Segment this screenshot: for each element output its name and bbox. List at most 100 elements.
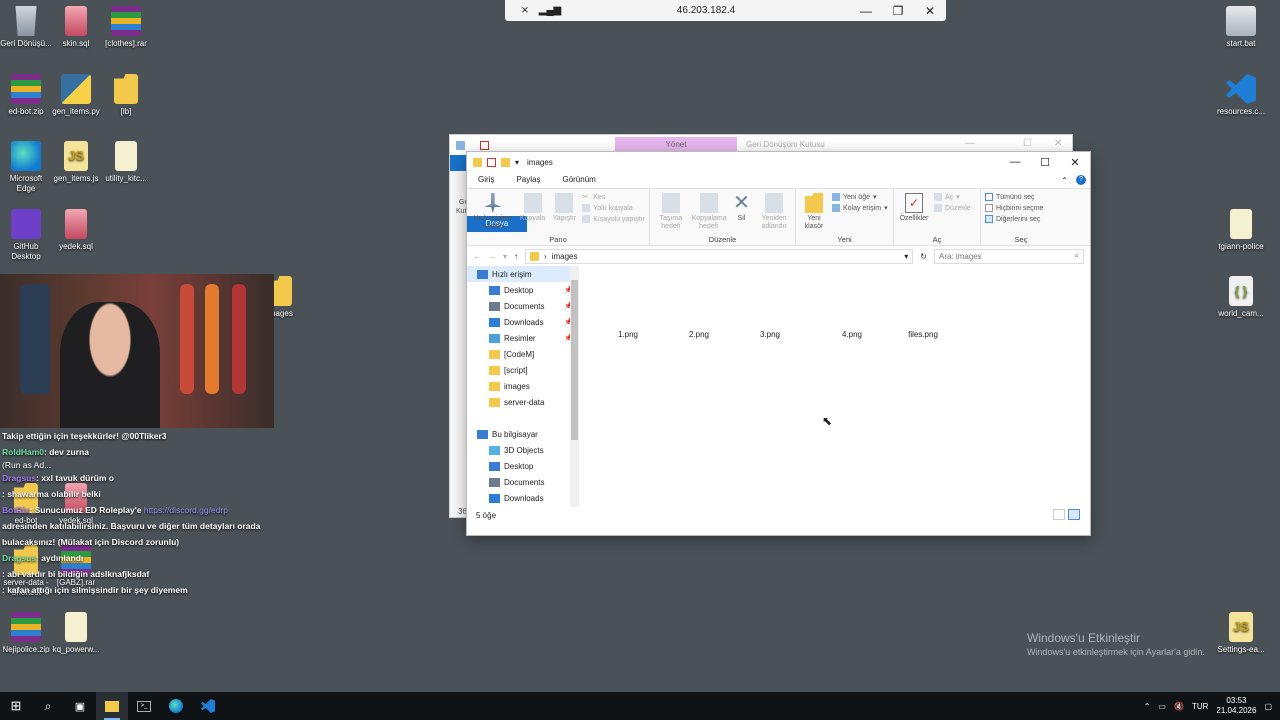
file-item[interactable]: 2.png bbox=[669, 330, 729, 339]
open-button[interactable]: Aç ▾ bbox=[934, 193, 971, 201]
details-view-icon[interactable] bbox=[1053, 509, 1065, 520]
nav-scrollbar[interactable] bbox=[570, 266, 579, 507]
tab-manage[interactable]: Yönet bbox=[615, 137, 737, 152]
desktop-icon[interactable]: skin.sql bbox=[50, 6, 102, 49]
nav-item[interactable]: [script] bbox=[467, 362, 579, 378]
close-icon[interactable]: ✕ bbox=[914, 4, 946, 18]
nav-item[interactable]: Resimler 📌 bbox=[467, 330, 579, 346]
invert-selection-button[interactable]: Diğerlerini seç bbox=[985, 215, 1043, 223]
maximize-icon[interactable]: ☐ bbox=[1023, 138, 1032, 149]
chevron-up-icon[interactable]: ⌃ bbox=[1144, 702, 1151, 711]
new-item-button[interactable]: Yeni öğe ▾ bbox=[832, 193, 888, 201]
chat-link[interactable]: https://discord.gg/edrp bbox=[144, 505, 228, 515]
forward-icon[interactable]: → bbox=[488, 252, 496, 261]
nav-item[interactable]: Downloads 📌 bbox=[467, 314, 579, 330]
minimize-icon[interactable]: — bbox=[850, 4, 882, 18]
select-all-button[interactable]: Tümünü seç bbox=[985, 193, 1043, 201]
volume-muted-icon[interactable]: 🔇 bbox=[1174, 702, 1184, 711]
minimize-icon[interactable]: — bbox=[965, 138, 975, 149]
file-item[interactable]: 4.png bbox=[822, 330, 882, 339]
help-icon[interactable]: ? bbox=[1076, 175, 1086, 185]
file-item[interactable]: 1.png bbox=[598, 330, 658, 339]
nav-item[interactable]: Downloads bbox=[467, 490, 579, 506]
large-icons-view-icon[interactable] bbox=[1068, 509, 1080, 520]
desktop-icon[interactable]: start.bat bbox=[1215, 6, 1267, 49]
nav-item[interactable]: server-data bbox=[467, 394, 579, 410]
desktop-icon[interactable]: tgiann-police bbox=[1215, 209, 1267, 252]
nav-item[interactable]: Documents bbox=[467, 474, 579, 490]
desktop-icon[interactable]: Microsoft Edge bbox=[0, 141, 52, 194]
start-button[interactable]: ⊞ bbox=[0, 692, 32, 720]
nav-item[interactable]: Hızlı erişim bbox=[467, 266, 579, 282]
desktop-icon[interactable]: resources.c... bbox=[1215, 74, 1267, 117]
language-indicator[interactable]: TUR bbox=[1192, 702, 1208, 711]
close-icon[interactable]: ✕ bbox=[1054, 138, 1062, 149]
title-bar[interactable]: ▾ images — ☐ ✕ bbox=[467, 152, 1090, 172]
file-tab-edge[interactable] bbox=[450, 155, 466, 171]
nav-item[interactable]: Desktop 📌 bbox=[467, 282, 579, 298]
edit-button[interactable]: Düzenle bbox=[934, 204, 971, 212]
nav-item[interactable]: Bu bilgisayar bbox=[467, 426, 579, 442]
copy-path-button[interactable]: Yolu kopyala bbox=[582, 204, 645, 212]
desktop-icon[interactable]: GitHub Desktop bbox=[0, 209, 52, 262]
notifications-icon[interactable]: ▢ bbox=[1264, 702, 1272, 711]
desktop-icon[interactable]: Nejipolice.zip bbox=[0, 612, 52, 655]
nav-item[interactable]: [CodeM] bbox=[467, 346, 579, 362]
desktop-icon[interactable]: ed-bot.zip bbox=[0, 74, 52, 117]
nav-item[interactable]: Documents 📌 bbox=[467, 298, 579, 314]
desktop-icon[interactable]: Geri Dönüşü... bbox=[0, 6, 52, 49]
file-item[interactable]: files.png bbox=[893, 330, 953, 339]
desktop-icon[interactable]: [clothes].rar bbox=[100, 6, 152, 49]
select-none-button[interactable]: Hiçbirini seçme bbox=[985, 204, 1043, 212]
scrollbar-thumb[interactable] bbox=[571, 280, 578, 440]
tab-view[interactable]: Görünüm bbox=[551, 172, 606, 188]
edge-taskbar-button[interactable] bbox=[160, 692, 192, 720]
chevron-down-icon[interactable]: ▾ bbox=[515, 158, 519, 167]
network-icon[interactable]: ▭ bbox=[1158, 702, 1166, 711]
chevron-down-icon[interactable]: ▾ bbox=[904, 252, 908, 261]
vscode-taskbar-button[interactable] bbox=[192, 692, 224, 720]
maximize-icon[interactable]: ☐ bbox=[1030, 156, 1060, 169]
desktop-icon-label: gen_items.js bbox=[53, 174, 99, 183]
desktop-icon[interactable]: yedek.sql bbox=[50, 209, 102, 252]
refresh-icon[interactable]: ↻ bbox=[920, 252, 927, 261]
search-input[interactable]: Ara: images ⌕ bbox=[934, 248, 1084, 264]
clock[interactable]: 03:53 21.04.2026 bbox=[1216, 696, 1256, 716]
tab-share[interactable]: Paylaş bbox=[505, 172, 551, 188]
explorer-window[interactable]: ▾ images — ☐ ✕ Dosya Giriş Paylaş Görünü… bbox=[466, 151, 1091, 536]
nav-item[interactable]: Desktop bbox=[467, 458, 579, 474]
tab-home[interactable]: Giriş bbox=[467, 172, 505, 188]
cut-button[interactable]: ✂ Kes bbox=[582, 193, 645, 202]
file-item[interactable]: 3.png bbox=[740, 330, 800, 339]
recent-locations-icon[interactable]: ▾ bbox=[503, 252, 507, 261]
desktop-icon[interactable]: JS gen_items.js bbox=[50, 141, 102, 184]
easy-access-button[interactable]: Kolay erişim ▾ bbox=[832, 204, 888, 212]
up-icon[interactable]: ↑ bbox=[514, 252, 518, 261]
desktop-icon[interactable]: [lb] bbox=[100, 74, 152, 117]
desktop-icon[interactable]: kq_powerw... bbox=[50, 612, 102, 655]
new-folder-icon[interactable] bbox=[501, 157, 510, 167]
task-view-button[interactable]: ▣ bbox=[64, 692, 96, 720]
back-icon[interactable]: ← bbox=[473, 252, 481, 261]
properties-icon[interactable] bbox=[487, 157, 496, 167]
pin-icon[interactable]: ⨯ bbox=[512, 5, 538, 16]
desktop-icon[interactable]: gen_items.py bbox=[50, 74, 102, 117]
navigation-pane[interactable]: Hızlı erişim Desktop 📌 Documents 📌 Downloads 📌… bbox=[467, 266, 579, 507]
restore-icon[interactable]: ❐ bbox=[882, 4, 914, 18]
signal-strength-icon[interactable]: ▂▄▆ bbox=[538, 5, 562, 16]
paste-shortcut-button[interactable]: Kısayolu yapıştır bbox=[582, 215, 645, 223]
nav-item[interactable]: 3D Objects bbox=[467, 442, 579, 458]
chevron-up-icon[interactable]: ⌃ bbox=[1061, 176, 1068, 185]
file-explorer-taskbar-button[interactable] bbox=[96, 692, 128, 720]
file-list[interactable]: 1.png 2.png 3.png 4.png files.png ⬉ bbox=[579, 266, 1090, 507]
close-icon[interactable]: ✕ bbox=[1060, 156, 1090, 169]
minimize-icon[interactable]: — bbox=[1000, 156, 1030, 169]
terminal-taskbar-button[interactable]: >_ bbox=[128, 692, 160, 720]
address-bar[interactable]: › images ▾ bbox=[525, 248, 914, 264]
properties-icon[interactable] bbox=[480, 141, 489, 150]
desktop-icon[interactable]: { } world_cam... bbox=[1215, 276, 1267, 319]
search-button[interactable]: ⌕ bbox=[32, 692, 64, 720]
desktop-icon[interactable]: utility_kitc... bbox=[100, 141, 152, 184]
nav-item[interactable]: images bbox=[467, 378, 579, 394]
desktop-icon[interactable]: JS Settings-ea... bbox=[1215, 612, 1267, 655]
